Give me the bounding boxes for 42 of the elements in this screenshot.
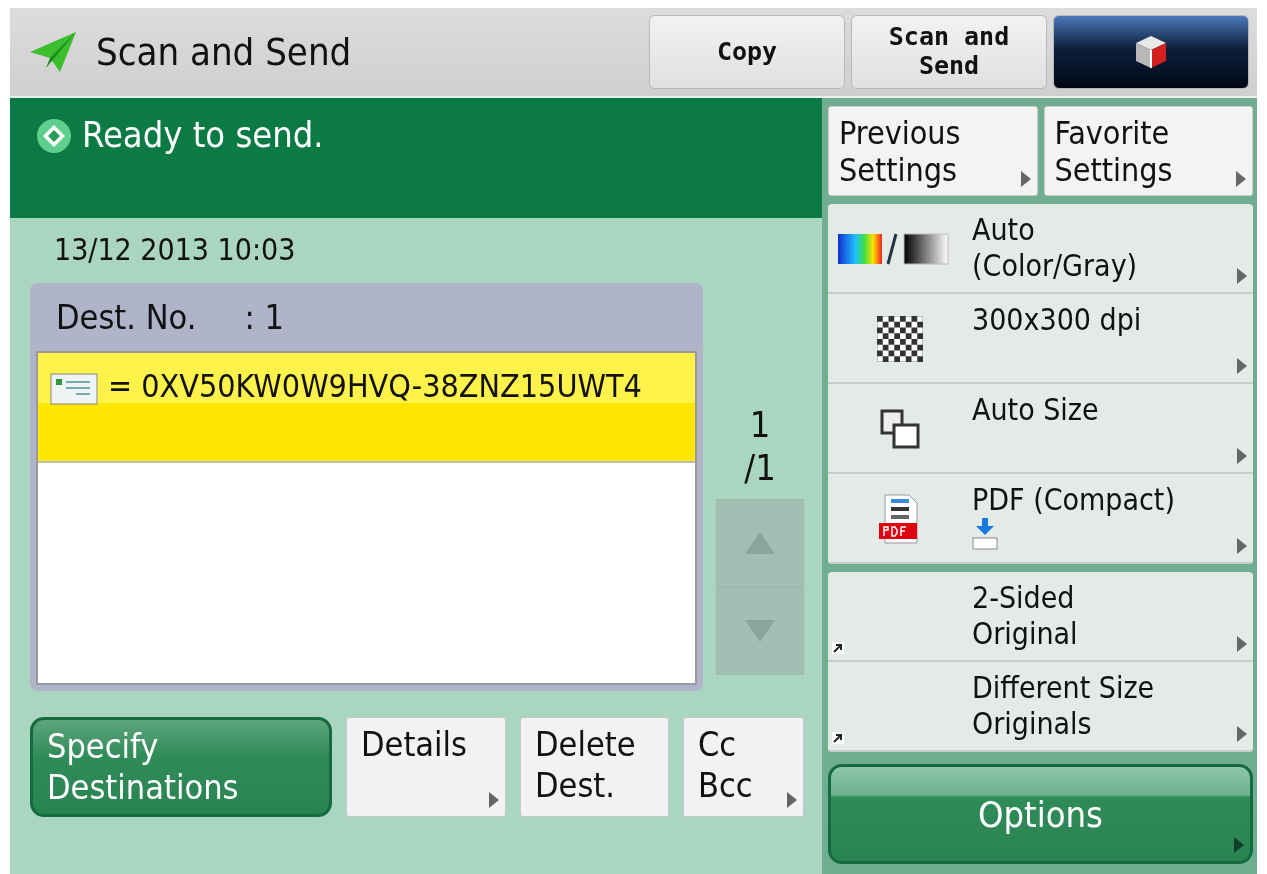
settings-shortcut-button[interactable]: Previous Settings [828,106,1038,196]
screen-title: Scan and Send [96,30,353,74]
page-total: /1 [744,446,776,490]
destination-row[interactable]: = 0XV50KW0W9HVQ-38ZNZ15UWT4 [38,353,695,463]
settings-shortcut-button[interactable]: Favorite Settings [1043,106,1253,196]
action-button[interactable]: Details [346,717,506,817]
caret-icon [1237,268,1247,284]
mode-tab[interactable]: Scan and Send [851,15,1047,89]
checker-pattern-icon [877,316,923,362]
caret-icon [1237,636,1247,652]
pages-icon [880,409,920,449]
address-card-icon [50,373,98,405]
setting-button[interactable]: Different Size Originals [828,662,1253,752]
corner-arrow-icon [832,732,844,744]
down-arrow-icon [745,620,775,643]
setting-button[interactable]: 300x300 dpi [828,294,1253,384]
paper-plane-icon [30,32,76,72]
cube-icon [1134,34,1168,70]
caret-icon [1237,538,1247,554]
options-button[interactable]: Options [828,764,1253,864]
destination-count: : 1 [244,297,284,337]
setting-button[interactable]: Auto Size [828,384,1253,474]
caret-icon [1237,726,1247,742]
corner-arrow-icon [832,642,844,654]
caret-icon [1237,448,1247,464]
pdf-file-icon [879,493,921,545]
current-page: 1 [749,403,771,447]
main-menu-button[interactable] [1053,15,1249,89]
setting-button[interactable]: Auto (Color/Gray) [828,204,1253,294]
setting-button[interactable]: PDF (Compact) [828,474,1253,564]
download-icon [972,518,998,550]
status-icon [36,118,72,154]
status-message: Ready to send. [82,114,324,155]
destination-number-label: Dest. No. [56,297,197,337]
up-arrow-icon [745,532,775,555]
mode-tab[interactable]: Copy [649,15,845,89]
date-time: 13/12 2013 10:03 [54,232,297,267]
action-button[interactable]: Specify Destinations [30,717,332,817]
setting-button[interactable]: 2-Sided Original [828,572,1253,662]
action-button[interactable]: Delete Dest. [520,717,669,817]
caret-icon [1237,358,1247,374]
action-button[interactable]: Cc Bcc [683,717,804,817]
